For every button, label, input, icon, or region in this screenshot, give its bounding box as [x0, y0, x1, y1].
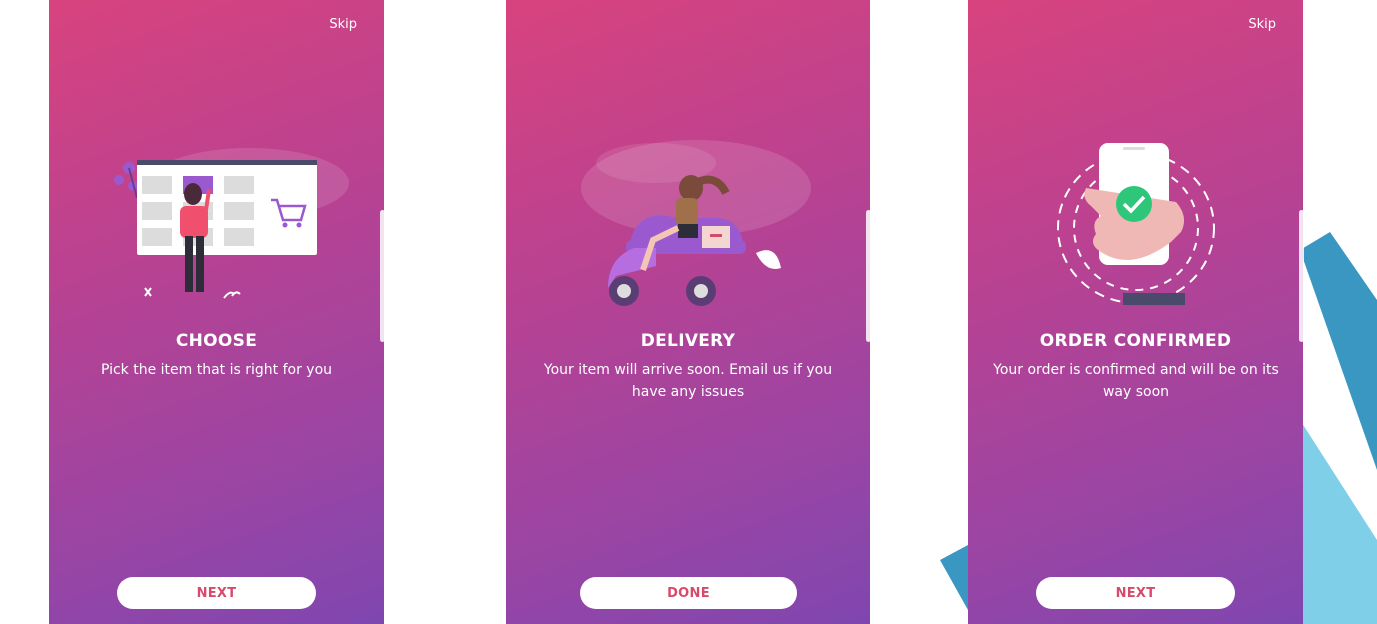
onboarding-screen-order-confirmed: Skip ORDER CONFIRMED Your order is confi…	[968, 0, 1303, 624]
next-button[interactable]: NEXT	[1036, 577, 1235, 609]
page-edge-indicator	[380, 210, 385, 342]
skip-button[interactable]: Skip	[329, 17, 357, 32]
scooter-delivery-icon	[581, 140, 811, 306]
phone-checkmark-icon	[1057, 143, 1215, 305]
page-edge-indicator	[866, 210, 871, 342]
slide-description: Your item will arrive soon. Email us if …	[543, 362, 833, 400]
slide-title: DELIVERY	[640, 331, 736, 351]
next-button[interactable]: NEXT	[117, 577, 316, 609]
onboarding-screen-choose: Skip CHOOSE Pick the item that is right …	[49, 0, 384, 624]
slide-title: ORDER CONFIRMED	[1039, 331, 1232, 351]
slide-title: CHOOSE	[175, 331, 258, 351]
slide-description: Your order is confirmed and will be on i…	[993, 362, 1279, 400]
done-button[interactable]: DONE	[580, 577, 797, 609]
woman-choosing-item-icon	[114, 148, 349, 299]
skip-button[interactable]: Skip	[1248, 17, 1276, 32]
page-edge-indicator	[1299, 210, 1304, 342]
slide-description: Pick the item that is right for you	[100, 362, 333, 378]
onboarding-screen-delivery: DELIVERY Your item will arrive soon. Ema…	[506, 0, 870, 624]
